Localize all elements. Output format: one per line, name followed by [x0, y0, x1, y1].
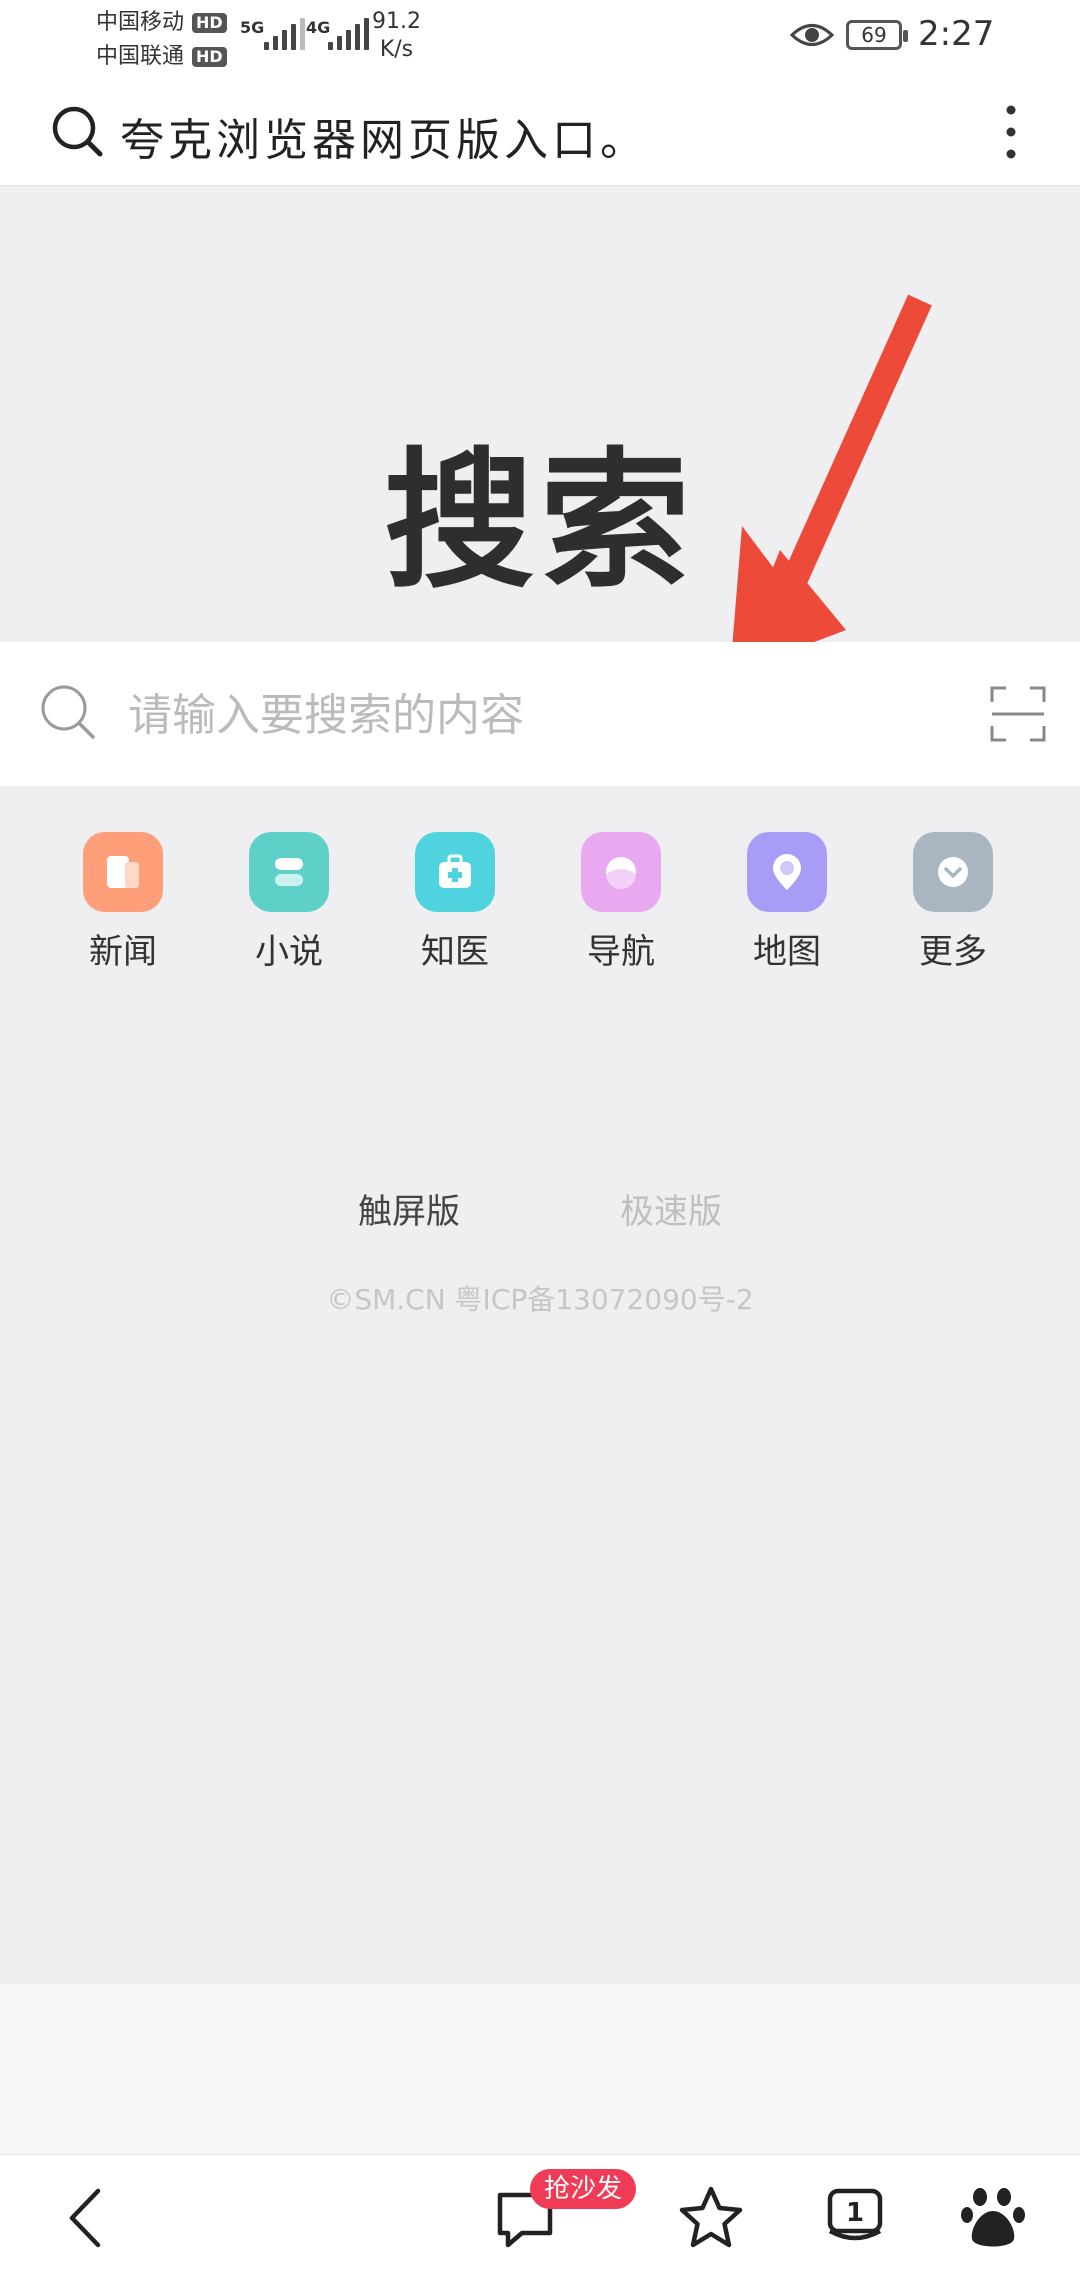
- shortcut-map[interactable]: 地图: [704, 832, 870, 982]
- address-text[interactable]: 夸克浏览器网页版入口。: [120, 104, 648, 168]
- news-icon: [83, 832, 163, 912]
- shortcut-label: 地图: [753, 932, 821, 972]
- shortcut-more[interactable]: 更多: [870, 832, 1036, 982]
- address-bar[interactable]: 夸克浏览器网页版入口。: [0, 78, 1080, 186]
- signal-icon: [328, 16, 369, 50]
- hd-badge: HD: [192, 13, 227, 33]
- shortcut-label: 更多: [919, 932, 987, 972]
- lower-blank-area: [0, 1984, 1080, 2154]
- battery-level: 69: [861, 23, 887, 47]
- arrow-annotation-icon: [730, 294, 932, 674]
- network-type-2: 4G: [306, 18, 331, 37]
- battery-icon: 69: [846, 20, 908, 50]
- hd-badge: HD: [192, 47, 227, 67]
- fast-version-link[interactable]: 极速版: [620, 1184, 722, 1233]
- tabs-icon[interactable]: 1: [820, 2183, 890, 2253]
- network-speed: 91.2 K/s: [372, 8, 421, 64]
- bottom-nav: 抢沙发 1: [0, 2154, 1080, 2280]
- browser-page: 中国移动 HD 中国联通 HD 5G 4G 91.2 K/s 69 2:27 夸…: [0, 0, 1080, 2280]
- book-icon: [249, 832, 329, 912]
- shortcut-label: 导航: [587, 932, 655, 972]
- chevron-down-icon: [913, 832, 993, 912]
- shortcut-label: 小说: [255, 932, 323, 972]
- medical-kit-icon: [415, 832, 495, 912]
- clock: 2:27: [918, 14, 995, 54]
- shortcut-medical[interactable]: 知医: [372, 832, 538, 982]
- shortcut-news[interactable]: 新闻: [40, 832, 206, 982]
- star-icon[interactable]: [676, 2183, 746, 2253]
- carrier-2: 中国联通: [96, 44, 185, 69]
- carrier-1: 中国移动: [96, 10, 185, 35]
- shortcut-grid: 新闻 小说 知医 导航 地图 更多: [40, 832, 1040, 982]
- search-icon[interactable]: [50, 104, 104, 158]
- speed-value: 91.2: [372, 9, 421, 34]
- speed-unit: K/s: [379, 37, 414, 62]
- network-type-1: 5G: [240, 18, 265, 37]
- more-menu-icon[interactable]: [996, 100, 1026, 164]
- navigation-icon: [581, 832, 661, 912]
- status-bar: 中国移动 HD 中国联通 HD 5G 4G 91.2 K/s 69 2:27: [0, 0, 1080, 78]
- search-box[interactable]: [0, 642, 1080, 786]
- baidu-paw-icon[interactable]: [958, 2183, 1028, 2253]
- copyright-text: ©SM.CN 粤ICP备13072090号-2: [326, 1283, 754, 1316]
- signal-icon: [264, 16, 305, 50]
- scan-icon[interactable]: [990, 686, 1046, 742]
- search-icon: [41, 685, 95, 739]
- shortcut-navigation[interactable]: 导航: [538, 832, 704, 982]
- shortcut-novel[interactable]: 小说: [206, 832, 372, 982]
- shortcut-label: 新闻: [89, 932, 157, 972]
- shortcut-label: 知医: [421, 932, 489, 972]
- touch-version-link[interactable]: 触屏版: [358, 1184, 460, 1233]
- search-input[interactable]: [128, 680, 948, 750]
- version-switcher: 触屏版 极速版: [0, 1184, 1080, 1233]
- carrier-info: 中国移动 HD 中国联通 HD: [96, 6, 227, 74]
- tab-count: 1: [846, 2198, 864, 2228]
- back-icon[interactable]: [54, 2183, 124, 2253]
- comment-badge[interactable]: 抢沙发: [530, 2169, 637, 2209]
- map-pin-icon: [747, 832, 827, 912]
- eye-icon: [790, 24, 834, 46]
